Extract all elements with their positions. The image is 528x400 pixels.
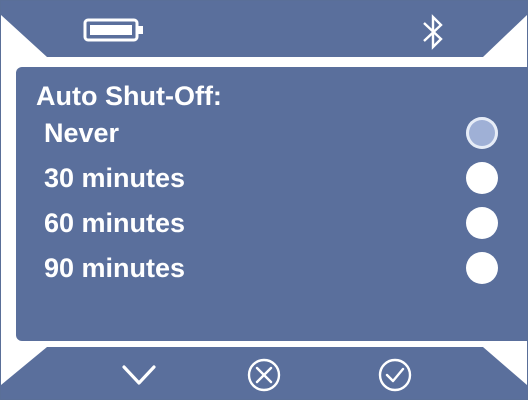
settings-panel: Auto Shut-Off: Never 30 minutes 60 minut…: [16, 67, 527, 341]
status-bar-shape: [1, 1, 527, 57]
radio-30-minutes[interactable]: [466, 162, 498, 194]
option-row-never[interactable]: Never: [16, 113, 527, 153]
option-row-90-minutes[interactable]: 90 minutes: [16, 248, 527, 288]
option-label: Never: [44, 118, 120, 148]
option-label: 30 minutes: [44, 163, 186, 193]
cancel-icon[interactable]: [246, 357, 282, 393]
option-label: 90 minutes: [44, 253, 186, 283]
confirm-icon[interactable]: [377, 357, 413, 393]
chevron-down-icon[interactable]: [121, 357, 157, 393]
bluetooth-icon: [423, 14, 443, 50]
option-row-60-minutes[interactable]: 60 minutes: [16, 203, 527, 243]
panel-title: Auto Shut-Off:: [36, 81, 222, 111]
nav-bar: [1, 347, 527, 399]
option-row-30-minutes[interactable]: 30 minutes: [16, 158, 527, 198]
battery-icon: [83, 18, 143, 42]
radio-never[interactable]: [466, 117, 498, 149]
radio-90-minutes[interactable]: [466, 252, 498, 284]
radio-60-minutes[interactable]: [466, 207, 498, 239]
option-label: 60 minutes: [44, 208, 186, 238]
device-screen: Auto Shut-Off: Never 30 minutes 60 minut…: [0, 0, 528, 400]
status-bar: [1, 1, 527, 57]
